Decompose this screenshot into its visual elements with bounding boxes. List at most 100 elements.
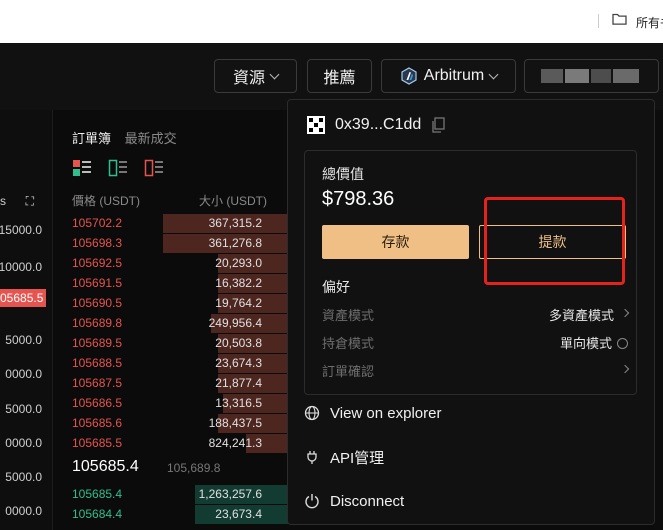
tab-order-book[interactable]: 訂單簿 bbox=[72, 131, 111, 146]
axis-label: 0000.0 bbox=[5, 504, 42, 518]
pref-position-mode[interactable]: 持倉模式 單向模式 bbox=[322, 331, 628, 351]
asks-view-icon[interactable] bbox=[144, 159, 164, 177]
copy-icon[interactable] bbox=[431, 117, 445, 133]
ask-row[interactable]: 105686.5 13,316.5 bbox=[56, 393, 288, 413]
axis-label: 5000.0 bbox=[5, 470, 42, 484]
size-header: 大小 (USDT) bbox=[199, 194, 267, 208]
arbitrum-logo-icon bbox=[401, 67, 417, 85]
price-header: 價格 (USDT) bbox=[72, 194, 140, 208]
order-price: 105698.3 bbox=[72, 236, 123, 250]
order-price: 105685.5 bbox=[72, 436, 123, 450]
network-selector-button[interactable]: Arbitrum bbox=[381, 59, 516, 93]
price-axis-column: s ⛶ 15000.0 10000.0 05685.5 5000.0 0000.… bbox=[0, 110, 53, 530]
ask-row[interactable]: 105685.5 824,241.3 bbox=[56, 433, 288, 453]
view-on-explorer-item[interactable]: View on explorer bbox=[304, 401, 441, 425]
pref-key: 訂單確認 bbox=[322, 364, 375, 379]
axis-label: s bbox=[0, 194, 6, 208]
axis-label: 0000.0 bbox=[5, 436, 42, 450]
last-price: 105685.4 bbox=[72, 458, 139, 475]
axis-label: 5000.0 bbox=[5, 333, 42, 347]
bookmarks-bar: 所有书 bbox=[0, 0, 663, 43]
recommend-button[interactable]: 推薦 bbox=[307, 59, 372, 93]
explorer-label: View on explorer bbox=[330, 404, 442, 422]
power-icon bbox=[305, 494, 319, 509]
order-book-panel: 訂單簿 最新成交 價格 (USDT) 大小 (USDT) 105702.2 367… bbox=[56, 112, 288, 530]
order-size: 16,382.2 bbox=[215, 276, 262, 290]
network-label: Arbitrum bbox=[423, 67, 485, 84]
right-panel-edge bbox=[655, 110, 663, 530]
pref-value: 單向模式 bbox=[559, 336, 612, 351]
pref-key: 持倉模式 bbox=[322, 336, 375, 351]
order-price: 105689.8 bbox=[72, 316, 123, 330]
expand-icon[interactable]: ⛶ bbox=[26, 194, 34, 209]
ask-row[interactable]: 105688.5 23,674.3 bbox=[56, 353, 288, 373]
order-price: 105685.6 bbox=[72, 416, 123, 430]
order-size: 249,956.4 bbox=[208, 316, 262, 330]
order-price: 105689.5 bbox=[72, 336, 123, 350]
axis-label: 0000.0 bbox=[5, 367, 42, 381]
ask-row[interactable]: 105689.5 20,503.8 bbox=[56, 333, 288, 353]
order-price: 105684.4 bbox=[72, 507, 123, 521]
bookmarks-separator bbox=[598, 14, 599, 28]
bookmark-folder-label[interactable]: 所有书 bbox=[636, 14, 663, 31]
order-size: 19,764.2 bbox=[215, 296, 262, 310]
total-value-label: 總價值 bbox=[322, 166, 364, 182]
ask-row[interactable]: 105687.5 21,877.4 bbox=[56, 373, 288, 393]
wallet-dropdown: 0x39...C1dd 總價值 $798.36 存款 提款 偏好 資產模式 多資… bbox=[287, 99, 655, 525]
order-size: 23,674.3 bbox=[215, 356, 262, 370]
order-price: 105687.5 bbox=[72, 376, 123, 390]
bid-row[interactable]: 105685.4 1,263,257.6 bbox=[56, 484, 288, 504]
current-price-tag: 05685.5 bbox=[0, 289, 46, 307]
order-price: 105688.5 bbox=[72, 356, 123, 370]
api-plug-icon bbox=[307, 451, 317, 464]
disconnect-label: Disconnect bbox=[330, 492, 405, 510]
order-size: 188,437.5 bbox=[208, 416, 262, 430]
tab-recent-trades[interactable]: 最新成交 bbox=[125, 131, 177, 146]
chevron-down-icon bbox=[269, 69, 280, 79]
chevron-down-icon bbox=[488, 69, 499, 79]
deposit-button[interactable]: 存款 bbox=[322, 225, 469, 259]
withdraw-button[interactable]: 提款 bbox=[479, 225, 626, 259]
pref-asset-mode[interactable]: 資產模式 多資產模式 bbox=[322, 303, 630, 323]
info-icon[interactable] bbox=[617, 338, 628, 349]
preferences-title: 偏好 bbox=[322, 279, 350, 295]
disconnect-item[interactable]: Disconnect bbox=[304, 489, 404, 513]
bids-view-icon[interactable] bbox=[108, 159, 128, 177]
order-price: 105685.4 bbox=[72, 487, 123, 501]
wallet-avatar-icon bbox=[307, 116, 325, 134]
order-size: 20,293.0 bbox=[215, 256, 262, 270]
account-button-redacted[interactable] bbox=[524, 59, 659, 93]
ask-row[interactable]: 105698.3 361,276.8 bbox=[56, 233, 288, 253]
mark-price: 105,689.8 bbox=[167, 461, 221, 475]
ask-row[interactable]: 105702.2 367,315.2 bbox=[56, 213, 288, 233]
both-sides-view-icon[interactable] bbox=[72, 159, 92, 177]
order-size: 23,673.4 bbox=[215, 507, 262, 521]
ask-row[interactable]: 105691.5 16,382.2 bbox=[56, 273, 288, 293]
assets-dropdown-button[interactable]: 資源 bbox=[214, 59, 297, 93]
total-value: $798.36 bbox=[322, 188, 395, 210]
ask-row[interactable]: 105689.8 249,956.4 bbox=[56, 313, 288, 333]
order-price: 105691.5 bbox=[72, 276, 123, 290]
pref-order-confirm[interactable]: 訂單確認 bbox=[322, 359, 630, 379]
axis-label: 5000.0 bbox=[5, 402, 42, 416]
order-size: 824,241.3 bbox=[208, 436, 262, 450]
order-size: 21,877.4 bbox=[215, 376, 262, 390]
api-management-item[interactable]: API管理 bbox=[304, 445, 384, 469]
ask-row[interactable]: 105690.5 19,764.2 bbox=[56, 293, 288, 313]
balance-card: 總價值 $798.36 存款 提款 偏好 資產模式 多資產模式 持倉模式 單向模… bbox=[304, 150, 637, 395]
ask-row[interactable]: 105685.6 188,437.5 bbox=[56, 413, 288, 433]
pref-key: 資產模式 bbox=[322, 308, 375, 323]
order-size: 367,315.2 bbox=[208, 216, 262, 230]
order-price: 105702.2 bbox=[72, 216, 123, 230]
recommend-label: 推薦 bbox=[323, 70, 356, 87]
order-size: 13,316.5 bbox=[215, 396, 262, 410]
assets-label: 資源 bbox=[232, 70, 265, 87]
folder-icon[interactable] bbox=[612, 13, 627, 25]
order-price: 105690.5 bbox=[72, 296, 123, 310]
bid-row[interactable]: 105684.4 23,673.4 bbox=[56, 504, 288, 524]
globe-icon bbox=[304, 405, 320, 421]
order-price: 105686.5 bbox=[72, 396, 123, 410]
ask-row[interactable]: 105692.5 20,293.0 bbox=[56, 253, 288, 273]
order-size: 1,263,257.6 bbox=[198, 487, 262, 501]
order-size: 20,503.8 bbox=[215, 336, 262, 350]
